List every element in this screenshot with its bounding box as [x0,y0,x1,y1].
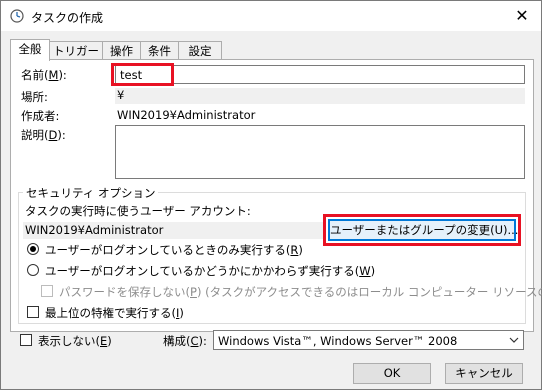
radio-logged-on-only-label[interactable]: ユーザーがログオンしているときのみ実行する(R) [45,242,303,258]
highest-privileges-checkbox[interactable] [27,306,39,318]
radio-selected-dot [30,246,36,252]
location-value: ¥ [117,88,125,102]
description-label: 説明(D): [21,128,66,142]
configure-for-value: Windows Vista™, Windows Server™ 2008 [218,334,458,348]
radio-whether-logged-on-label[interactable]: ユーザーがログオンしているかどうかにかかわらず実行する(W) [45,263,375,279]
change-button-highlight-box [323,214,521,246]
task-dialog-window: タスクの作成 ✕ 全般 トリガー 操作 条件 設定 名前(M): test 場所… [0,0,542,390]
do-not-store-password-label: パスワードを保存しない(P) (タスクがアクセスできるのはローカル コンピュータ… [59,285,542,299]
author-label: 作成者: [21,109,60,123]
account-value: WIN2019¥Administrator [25,223,164,237]
configure-for-select[interactable]: Windows Vista™, Windows Server™ 2008 [213,330,524,350]
close-button[interactable]: ✕ [511,5,533,27]
window-title: タスクの作成 [31,11,104,25]
description-textarea[interactable] [115,125,525,179]
configure-label: 構成(C): [163,334,207,348]
location-label: 場所: [21,90,48,104]
hidden-checkbox[interactable] [20,334,32,346]
security-options-title: セキュリティ オプション [23,185,159,201]
tab-triggers[interactable]: トリガー [49,41,103,60]
general-tab-panel: 名前(M): test 場所: ¥ 作成者: WIN2019¥Administr… [10,59,542,332]
radio-whether-logged-on[interactable] [27,264,39,276]
name-highlight-box [111,63,174,86]
highest-privileges-label[interactable]: 最上位の特権で実行する(I) [45,305,184,321]
name-input[interactable]: test [115,65,525,84]
location-field: ¥ [115,88,525,104]
cancel-button[interactable]: キャンセル [445,363,523,384]
radio-logged-on-only[interactable] [27,243,39,255]
task-scheduler-clock-icon [10,9,24,23]
chevron-down-icon [509,337,519,343]
tab-actions[interactable]: 操作 [102,41,141,60]
author-value: WIN2019¥Administrator [117,108,256,122]
account-prompt: タスクの実行時に使うユーザー アカウント: [25,204,251,218]
do-not-store-password-checkbox[interactable] [41,285,53,297]
tab-general[interactable]: 全般 [10,39,50,61]
tab-settings[interactable]: 設定 [178,41,222,60]
ok-button[interactable]: OK [353,363,431,384]
hidden-label[interactable]: 表示しない(E) [38,333,112,349]
tab-conditions[interactable]: 条件 [140,41,179,60]
title-bar: タスクの作成 ✕ [1,1,541,31]
account-field: WIN2019¥Administrator [23,222,323,239]
name-label: 名前(M): [21,68,67,82]
